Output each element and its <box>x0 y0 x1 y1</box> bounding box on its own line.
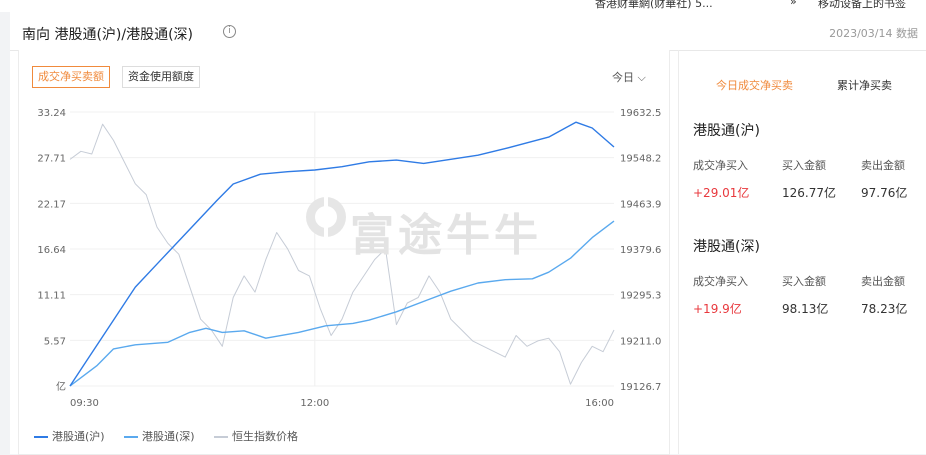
legend-sh-swatch <box>34 436 48 438</box>
left-axis-tick: 11.11 <box>37 291 66 302</box>
left-axis-tick: 5.57 <box>44 336 66 347</box>
col-sell-amount: 卖出金额 <box>861 159 905 172</box>
right-axis-tick: 19126.7 <box>620 382 661 393</box>
legend-sz-label: 港股通(深) <box>142 430 195 443</box>
legend-sh[interactable]: 港股通(沪) <box>34 428 105 444</box>
col-buy-amount: 买入金额 <box>782 159 826 172</box>
col-buy-amount: 买入金额 <box>782 275 826 288</box>
southbound-panel: 南向 港股通(沪)/港股通(深) i 2023/03/14 数据 33.24 27… <box>10 12 926 455</box>
watermark-text: 富途牛牛 <box>350 210 542 261</box>
col-sell-amount: 卖出金额 <box>861 275 905 288</box>
right-axis-tick: 19295.3 <box>620 291 661 302</box>
tab-today-net[interactable]: 今日成交净买卖 <box>716 77 793 93</box>
legend-sh-label: 港股通(沪) <box>52 430 105 443</box>
sz-net-buy-value: +19.9亿 <box>693 302 742 316</box>
bookmark-folder[interactable]: 移动设备上的书签 <box>818 0 906 11</box>
sh-connect-title: 港股通(沪) <box>693 123 760 139</box>
left-axis-unit: 亿 <box>56 380 66 393</box>
sz-buy-value: 98.13亿 <box>782 302 829 316</box>
bookmark-overflow[interactable]: » <box>790 0 797 8</box>
right-axis-tick: 19463.9 <box>620 199 661 210</box>
tab-cumulative-net[interactable]: 累计净买卖 <box>837 77 892 93</box>
sz-connect-title: 港股通(深) <box>693 239 760 255</box>
legend-hsi-swatch <box>214 436 228 438</box>
legend-hsi[interactable]: 恒生指数价格 <box>214 428 298 444</box>
futu-logo-icon <box>304 195 348 243</box>
tab-net-buy-sell[interactable]: 成交净买卖额 <box>32 66 110 88</box>
sh-sell-value: 97.76亿 <box>861 186 908 200</box>
left-axis-tick: 33.24 <box>37 108 66 119</box>
right-axis-tick: 19211.0 <box>620 336 661 347</box>
col-net-buy: 成交净买入 <box>693 159 748 172</box>
left-axis-tick: 27.71 <box>37 154 66 165</box>
bookmark-item[interactable]: 香港财華網(财華社) 5... <box>595 0 713 11</box>
x-axis-tick: 09:30 <box>70 398 99 409</box>
tab-quota-usage[interactable]: 资金使用额度 <box>122 66 200 88</box>
range-dropdown[interactable]: 今日 ⌵ <box>612 69 646 85</box>
legend-sz[interactable]: 港股通(深) <box>124 428 195 444</box>
legend-sz-swatch <box>124 436 138 438</box>
legend-hsi-label: 恒生指数价格 <box>232 430 298 443</box>
left-axis-tick: 16.64 <box>37 245 66 256</box>
col-net-buy: 成交净买入 <box>693 275 748 288</box>
x-axis-tick: 12:00 <box>300 398 329 409</box>
left-axis-tick: 22.17 <box>37 199 66 210</box>
right-axis-tick: 19548.2 <box>620 154 661 165</box>
right-axis-tick: 19379.6 <box>620 245 661 256</box>
sh-buy-value: 126.77亿 <box>782 186 836 200</box>
right-axis-tick: 19632.5 <box>620 108 661 119</box>
sh-net-buy-value: +29.01亿 <box>693 186 750 200</box>
browser-bookmark-strip: 香港财華網(财華社) 5... » 移动设备上的书签 <box>0 0 926 12</box>
sz-sell-value: 78.23亿 <box>861 302 908 316</box>
x-axis-tick: 16:00 <box>585 398 614 409</box>
